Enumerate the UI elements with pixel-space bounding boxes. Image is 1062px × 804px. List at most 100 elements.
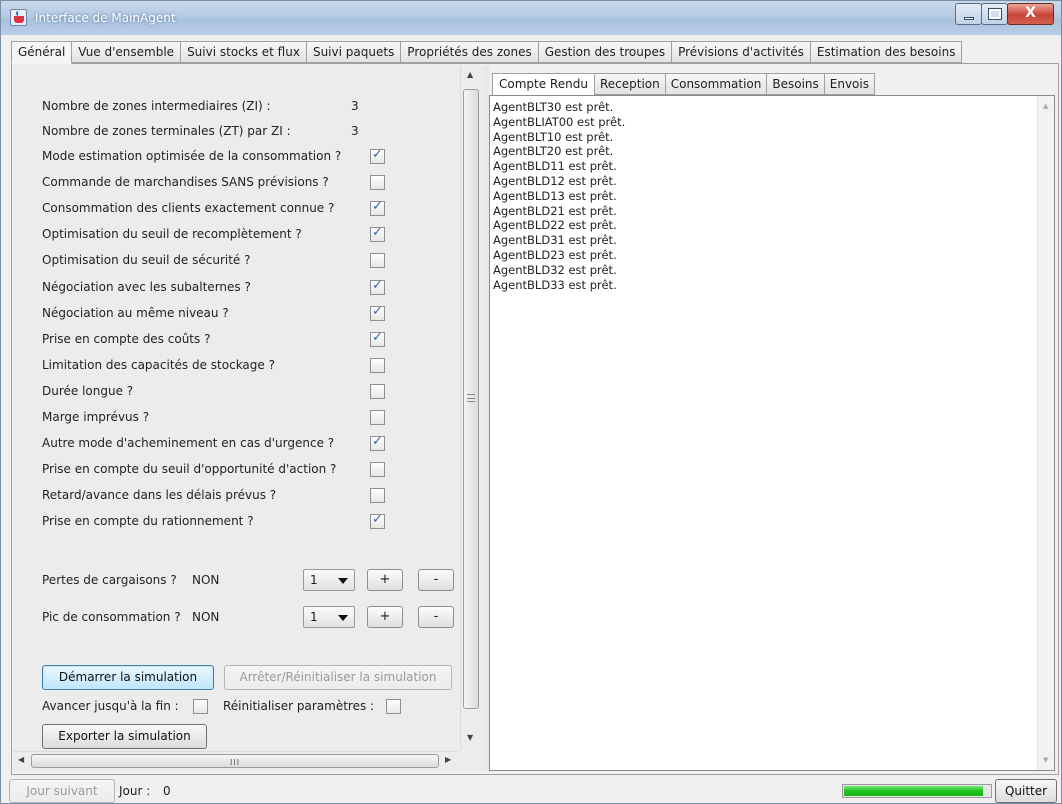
tab-general[interactable]: Général — [11, 41, 73, 64]
option-checkbox[interactable] — [370, 462, 385, 478]
option-checkbox[interactable] — [370, 253, 385, 269]
progress-fill — [844, 786, 983, 796]
option-label: Négociation avec les subalternes ? — [42, 279, 251, 294]
start-simulation-button[interactable]: Démarrer la simulation — [42, 665, 214, 690]
option-checkbox[interactable] — [370, 488, 385, 504]
zi-count-value: 3 — [351, 99, 359, 113]
close-icon: X — [1025, 5, 1036, 21]
pertes-plus-button[interactable]: + — [367, 569, 403, 591]
option-label: Durée longue ? — [42, 383, 134, 398]
zt-count-value: 3 — [351, 124, 359, 138]
scroll-right-arrow-icon[interactable]: ▶ — [445, 755, 451, 764]
option-label: Autre mode d'acheminement en cas d'urgen… — [42, 436, 335, 451]
option-label: Limitation des capacités de stockage ? — [42, 357, 275, 372]
quit-button[interactable]: Quitter — [995, 779, 1057, 803]
tab-proprietes-zones[interactable]: Propriétés des zones — [401, 41, 539, 63]
log-line: AgentBLD13 est prêt. — [493, 188, 617, 203]
option-checkbox[interactable] — [370, 330, 385, 347]
tab-previsions[interactable]: Prévisions d'activités — [672, 41, 811, 63]
minimize-button[interactable] — [955, 3, 982, 25]
zt-count-label: Nombre de zones terminales (ZT) par ZI : — [42, 124, 291, 138]
reset-params-checkbox[interactable] — [386, 699, 401, 714]
report-log-textarea[interactable]: AgentBLT30 est prêt. AgentBLIAT00 est prê… — [489, 95, 1055, 771]
scroll-down-arrow-icon[interactable]: ▼ — [1043, 756, 1048, 764]
grip-icon: III — [230, 758, 241, 767]
option-checkbox[interactable] — [370, 410, 385, 425]
pic-minus-button[interactable]: - — [418, 606, 454, 628]
log-lines: AgentBLT30 est prêt. AgentBLIAT00 est prê… — [493, 100, 625, 292]
java-cup-icon[interactable] — [10, 9, 27, 26]
pic-plus-button[interactable]: + — [367, 606, 403, 628]
export-simulation-button[interactable]: Exporter la simulation — [42, 724, 207, 749]
tab-suivi-stocks[interactable]: Suivi stocks et flux — [181, 41, 307, 63]
zi-count-label: Nombre de zones intermediaires (ZI) : — [42, 99, 271, 113]
close-button[interactable]: X — [1007, 3, 1054, 25]
scroll-up-arrow-icon[interactable]: ▲ — [467, 70, 473, 79]
log-line: AgentBLD11 est prêt. — [493, 159, 617, 174]
maximize-button[interactable] — [981, 3, 1008, 25]
option-label: Consommation des clients exactement conn… — [42, 201, 335, 216]
tab-envois[interactable]: Envois — [824, 73, 875, 95]
tab-suivi-paquets[interactable]: Suivi paquets — [306, 41, 402, 63]
option-label: Prise en compte des coûts ? — [42, 331, 211, 346]
horizontal-scroll-thumb[interactable]: III — [31, 754, 439, 768]
parameters-vertical-scrollbar[interactable]: ▲ ▼ — [460, 65, 480, 751]
option-label: Commande de marchandises SANS prévisions… — [42, 175, 329, 190]
tab-vue-ensemble[interactable]: Vue d'ensemble — [72, 41, 182, 63]
status-bar: Jour suivant Jour : 0 Quitter — [1, 779, 1061, 803]
day-label: Jour : — [119, 784, 151, 798]
option-checkbox[interactable] — [370, 278, 385, 295]
pertes-state: NON — [192, 573, 220, 587]
option-checkbox[interactable] — [370, 147, 385, 164]
parameters-horizontal-scrollbar[interactable]: ◀ III ▶ — [13, 751, 459, 770]
log-line: AgentBLD32 est prêt. — [493, 262, 617, 277]
scroll-left-arrow-icon[interactable]: ◀ — [18, 755, 24, 764]
tab-reception[interactable]: Reception — [594, 73, 666, 95]
log-line: AgentBLD23 est prêt. — [493, 247, 617, 262]
log-line: AgentBLT20 est prêt. — [493, 144, 614, 159]
option-label: Mode estimation optimisée de la consomma… — [42, 149, 342, 163]
maximize-icon — [988, 8, 1002, 20]
tab-compte-rendu[interactable]: Compte Rendu — [492, 73, 595, 96]
stop-simulation-button[interactable]: Arrêter/Réinitialiser la simulation — [224, 665, 452, 690]
option-checkbox[interactable] — [370, 357, 385, 373]
parameters-panel: Nombre de zones intermediaires (ZI) : 3 … — [13, 65, 483, 771]
next-day-button[interactable]: Jour suivant — [9, 779, 115, 803]
tab-besoins[interactable]: Besoins — [767, 73, 825, 95]
option-label: Négociation au même niveau ? — [42, 305, 229, 320]
scroll-up-arrow-icon[interactable]: ▲ — [1043, 102, 1048, 110]
main-tab-strip: Général Vue d'ensemble Suivi stocks et f… — [11, 41, 963, 64]
pertes-combo-value: 1 — [310, 573, 318, 587]
chevron-down-icon — [338, 615, 348, 621]
pertes-minus-button[interactable]: - — [418, 569, 454, 591]
minimize-icon — [964, 17, 974, 20]
option-label: Optimisation du seuil de sécurité ? — [42, 253, 251, 268]
option-checkbox[interactable] — [370, 225, 385, 243]
option-checkbox[interactable] — [370, 383, 385, 399]
option-checkbox[interactable] — [370, 304, 385, 321]
log-line: AgentBLD21 est prêt. — [493, 203, 617, 218]
log-line: AgentBLD31 est prêt. — [493, 233, 617, 248]
pic-combo-value: 1 — [310, 610, 318, 624]
advance-to-end-checkbox[interactable] — [193, 699, 208, 714]
report-tab-strip: Compte Rendu Reception Consommation Beso… — [492, 73, 875, 96]
day-value: 0 — [163, 784, 171, 798]
option-checkbox[interactable] — [370, 512, 385, 530]
pic-state: NON — [192, 610, 220, 624]
log-line: AgentBLT10 est prêt. — [493, 129, 614, 144]
tab-consommation[interactable]: Consommation — [665, 73, 768, 95]
option-checkbox[interactable] — [370, 434, 385, 452]
title-bar[interactable]: Interface de MainAgent X — [1, 1, 1061, 35]
log-line: AgentBLD33 est prêt. — [493, 277, 617, 292]
option-checkbox[interactable] — [370, 199, 385, 217]
pic-combo[interactable]: 1 — [303, 606, 355, 628]
tab-gestion-troupes[interactable]: Gestion des troupes — [538, 41, 673, 63]
log-vertical-scrollbar[interactable]: ▲ ▼ — [1037, 96, 1054, 770]
option-checkbox[interactable] — [370, 175, 385, 191]
pertes-combo[interactable]: 1 — [303, 569, 355, 591]
scroll-down-arrow-icon[interactable]: ▼ — [467, 733, 473, 742]
vertical-scroll-thumb[interactable] — [463, 89, 479, 709]
tab-estimation-besoins[interactable]: Estimation des besoins — [810, 41, 963, 63]
advance-label: Avancer jusqu'à la fin : — [42, 699, 179, 713]
option-label: Marge imprévus ? — [42, 410, 150, 424]
